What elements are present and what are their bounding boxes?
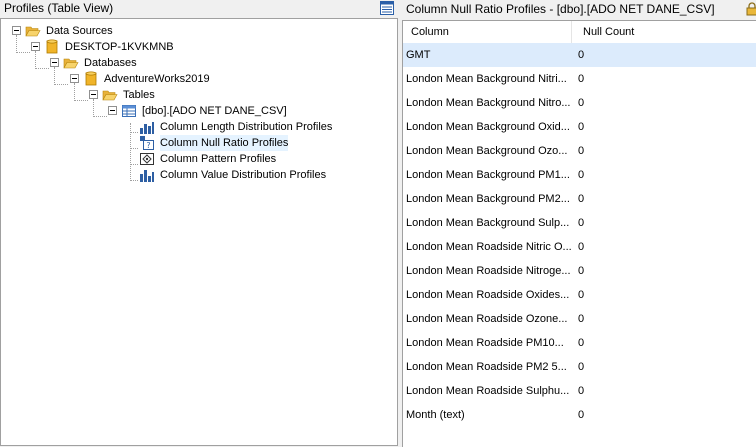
- profiles-panel-title: Profiles (Table View): [4, 1, 114, 15]
- tree-node-label: Tables: [123, 89, 155, 101]
- cell-column-name: London Mean Roadside Nitroge...: [406, 265, 571, 277]
- table-row[interactable]: London Mean Background PM2... 0: [403, 187, 756, 211]
- collapse-toggle[interactable]: [31, 42, 40, 51]
- tree-node-tables[interactable]: Tables: [1, 87, 397, 103]
- table-row[interactable]: GMT 0: [403, 43, 756, 67]
- table-row[interactable]: London Mean Roadside Sulphu... 0: [403, 379, 756, 403]
- value-distribution-icon: [140, 170, 154, 182]
- lock-icon[interactable]: [746, 2, 756, 16]
- pattern-icon: [140, 153, 154, 165]
- table-row[interactable]: London Mean Background Sulp... 0: [403, 211, 756, 235]
- tree-node-label: DESKTOP-1KVKMNB: [65, 41, 174, 53]
- null-ratio-panel-title: Column Null Ratio Profiles - [dbo].[ADO …: [406, 2, 715, 16]
- tree-node-table[interactable]: [dbo].[ADO NET DANE_CSV]: [1, 103, 397, 119]
- collapse-toggle[interactable]: [89, 90, 98, 99]
- null-ratio-grid: Column Null Count GMT 0 London Mean Backgr…: [402, 20, 756, 447]
- cell-column-name: London Mean Roadside PM2 5...: [406, 361, 567, 373]
- tree-node-databases[interactable]: Databases: [1, 55, 397, 71]
- cell-column-name: London Mean Roadside Nitric O...: [406, 241, 572, 253]
- cell-column-name: London Mean Roadside PM10...: [406, 337, 564, 349]
- cell-null-count: 0: [578, 169, 585, 181]
- table-row[interactable]: London Mean Background Nitri... 0: [403, 67, 756, 91]
- folder-open-icon: [63, 58, 79, 69]
- null-ratio-panel: Column Null Ratio Profiles - [dbo].[ADO …: [402, 0, 756, 447]
- tree-node-database[interactable]: AdventureWorks2019: [1, 71, 397, 87]
- tree-node-label: Column Value Distribution Profiles: [160, 169, 327, 181]
- table-row[interactable]: London Mean Roadside PM10... 0: [403, 331, 756, 355]
- cell-column-name: London Mean Roadside Sulphu...: [406, 385, 570, 397]
- length-distribution-icon: [140, 122, 154, 134]
- tree-node-profile-null-ratio[interactable]: ? Column Null Ratio Profiles: [1, 135, 397, 151]
- database-server-icon: [46, 39, 58, 54]
- cell-null-count: 0: [578, 49, 585, 61]
- table-row[interactable]: Month (text) 0: [403, 403, 756, 427]
- cell-null-count: 0: [578, 121, 585, 133]
- tree-node-label: AdventureWorks2019: [104, 73, 210, 85]
- table-row[interactable]: London Mean Background Ozo... 0: [403, 139, 756, 163]
- cell-column-name: London Mean Roadside Oxides...: [406, 289, 570, 301]
- cell-column-name: London Mean Background PM2...: [406, 193, 570, 205]
- tree-node-profile-pattern[interactable]: Column Pattern Profiles: [1, 151, 397, 167]
- tree-node-server[interactable]: DESKTOP-1KVKMNB: [1, 39, 397, 55]
- tree-node-profile-length[interactable]: Column Length Distribution Profiles: [1, 119, 397, 135]
- cell-null-count: 0: [578, 289, 585, 301]
- cell-column-name: London Mean Background PM1...: [406, 169, 570, 181]
- table-row[interactable]: London Mean Background PM1... 0: [403, 163, 756, 187]
- cell-null-count: 0: [578, 73, 585, 85]
- cell-column-name: GMT: [406, 49, 431, 61]
- cell-null-count: 0: [578, 385, 585, 397]
- collapse-toggle[interactable]: [12, 26, 21, 35]
- tree-node-profile-value[interactable]: Column Value Distribution Profiles: [1, 167, 397, 183]
- tree-node-label: Column Pattern Profiles: [160, 153, 277, 165]
- table-view-icon[interactable]: [380, 1, 394, 15]
- cell-null-count: 0: [578, 97, 585, 109]
- cell-column-name: London Mean Background Sulp...: [406, 217, 570, 229]
- column-header-column[interactable]: Column: [403, 21, 572, 43]
- table-row[interactable]: London Mean Background Nitro... 0: [403, 91, 756, 115]
- null-ratio-panel-header: Column Null Ratio Profiles - [dbo].[ADO …: [402, 0, 756, 20]
- table-row[interactable]: London Mean Roadside Ozone... 0: [403, 307, 756, 331]
- cell-null-count: 0: [578, 265, 585, 277]
- table-row[interactable]: London Mean Roadside Nitroge... 0: [403, 259, 756, 283]
- cell-null-count: 0: [578, 145, 585, 157]
- cell-column-name: London Mean Background Oxid...: [406, 121, 570, 133]
- grid-header: Column Null Count: [403, 21, 756, 44]
- svg-text:?: ?: [146, 141, 150, 150]
- cell-column-name: London Mean Roadside Ozone...: [406, 313, 568, 325]
- collapse-toggle[interactable]: [108, 106, 117, 115]
- tree-node-label: Databases: [84, 57, 137, 69]
- cell-null-count: 0: [578, 361, 585, 373]
- table-row[interactable]: London Mean Roadside Oxides... 0: [403, 283, 756, 307]
- table-row[interactable]: London Mean Roadside PM2 5... 0: [403, 355, 756, 379]
- cell-column-name: London Mean Background Nitri...: [406, 73, 567, 85]
- tree-node-label: [dbo].[ADO NET DANE_CSV]: [142, 105, 287, 117]
- cell-column-name: Month (text): [406, 409, 465, 421]
- null-ratio-icon: ?: [140, 136, 154, 150]
- cell-null-count: 0: [578, 337, 585, 349]
- cell-null-count: 0: [578, 241, 585, 253]
- database-icon: [85, 71, 97, 86]
- table-icon: [122, 105, 136, 117]
- cell-null-count: 0: [578, 409, 585, 421]
- tree-node-data-sources[interactable]: Data Sources: [1, 23, 397, 39]
- cell-null-count: 0: [578, 193, 585, 205]
- table-row[interactable]: London Mean Background Oxid... 0: [403, 115, 756, 139]
- profiles-tree: Data Sources DESKTOP-1KVKMNB Databases A…: [0, 18, 398, 446]
- folder-open-icon: [102, 90, 118, 101]
- cell-null-count: 0: [578, 313, 585, 325]
- cell-null-count: 0: [578, 217, 585, 229]
- tree-node-label: Column Null Ratio Profiles: [160, 135, 289, 151]
- tree-node-label: Column Length Distribution Profiles: [160, 121, 333, 133]
- profiles-panel-header: Profiles (Table View): [0, 0, 398, 18]
- folder-open-icon: [25, 26, 41, 37]
- profiles-panel: Profiles (Table View) Data Sources DESKT…: [0, 0, 398, 446]
- collapse-toggle[interactable]: [70, 74, 79, 83]
- tree-node-label: Data Sources: [46, 25, 113, 37]
- collapse-toggle[interactable]: [50, 58, 59, 67]
- cell-column-name: London Mean Background Nitro...: [406, 97, 571, 109]
- column-header-null-count[interactable]: Null Count: [573, 21, 756, 43]
- table-row[interactable]: London Mean Roadside Nitric O... 0: [403, 235, 756, 259]
- cell-column-name: London Mean Background Ozo...: [406, 145, 568, 157]
